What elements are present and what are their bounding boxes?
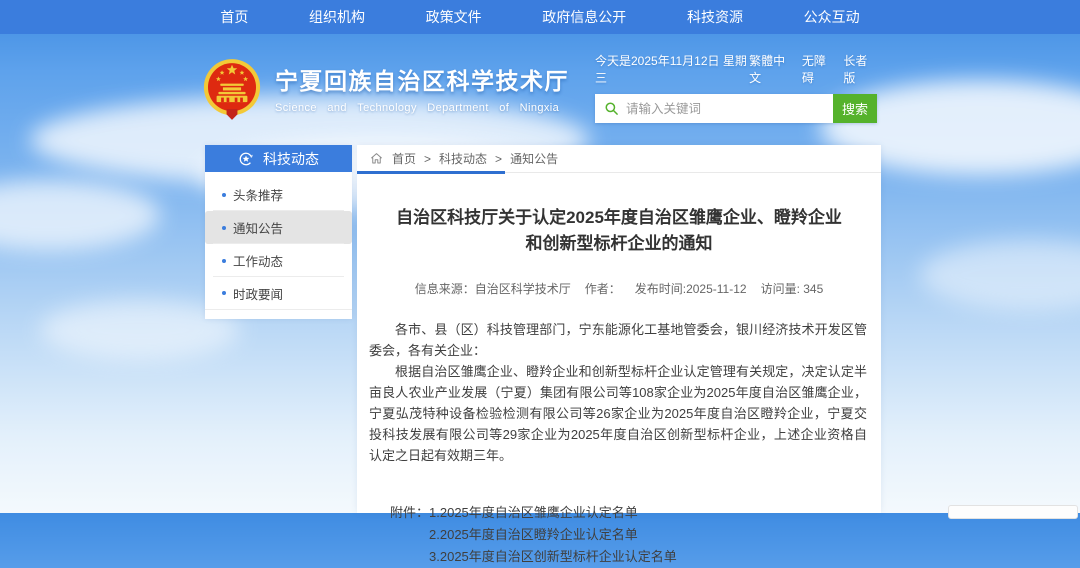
nav-item-organization[interactable]: 组织机构 (309, 7, 365, 27)
attachment-link-gazelle-list[interactable]: 2.2025年度自治区瞪羚企业认定名单 (429, 524, 677, 546)
article-meta: 信息来源：自治区科学技术厅作者： 发布时间:2025-11-12 访问量: 345 (357, 280, 881, 297)
sidebar-item-label: 时政要闻 (233, 284, 283, 303)
sidebar: 科技动态 头条推荐 通知公告 工作动态 时政要闻 (205, 145, 352, 319)
search-input[interactable] (626, 102, 833, 116)
top-navigation-bar: 首页 组织机构 政策文件 政府信息公开 科技资源 公众互动 (0, 0, 1080, 34)
article-body: 各市、县（区）科技管理部门，宁东能源化工基地管委会，银川经济技术开发区管委会，各… (369, 319, 867, 466)
site-title: 宁夏回族自治区科学技术厅 (275, 62, 569, 96)
meta-publish-time: 发布时间:2025-11-12 (635, 282, 747, 296)
nav-item-tech-resources[interactable]: 科技资源 (687, 7, 743, 27)
sidebar-item-label: 工作动态 (233, 251, 283, 270)
sidebar-item-work-dynamics[interactable]: 工作动态 (205, 244, 352, 277)
sidebar-item-current-politics[interactable]: 时政要闻 (205, 277, 352, 310)
sidebar-item-label: 通知公告 (233, 218, 283, 237)
nav-item-gov-info-disclosure[interactable]: 政府信息公开 (542, 7, 626, 27)
nav-item-home[interactable]: 首页 (220, 7, 248, 27)
site-subtitle: Science and Technology Department of Nin… (275, 102, 569, 114)
breadcrumb-separator: > (495, 152, 502, 166)
site-logo[interactable]: 宁夏回族自治区科学技术厅 Science and Technology Depa… (203, 58, 569, 120)
meta-visit-count: 访问量: 345 (761, 282, 824, 296)
breadcrumb-home[interactable]: 首页 (392, 150, 416, 167)
breadcrumb: 首页 > 科技动态 > 通知公告 (357, 145, 881, 173)
site-header: 宁夏回族自治区科学技术厅 Science and Technology Depa… (0, 45, 1080, 140)
back-to-top-widget[interactable] (948, 505, 1078, 519)
search-button[interactable]: 搜索 (833, 94, 877, 123)
breadcrumb-separator: > (424, 152, 431, 166)
breadcrumb-tech-news[interactable]: 科技动态 (439, 150, 487, 167)
bullet-dot-icon (222, 259, 226, 263)
meta-author: 作者： (585, 282, 621, 296)
article-title: 自治区科技厅关于认定2025年度自治区雏鹰企业、瞪羚企业 和创新型标杆企业的通知 (357, 205, 881, 257)
bullet-dot-icon (222, 226, 226, 230)
sidebar-item-label: 头条推荐 (233, 185, 283, 204)
link-traditional-chinese[interactable]: 繁體中文 (749, 52, 794, 86)
bullet-dot-icon (222, 291, 226, 295)
article-paragraph: 根据自治区雏鹰企业、瞪羚企业和创新型标杆企业认定管理有关规定，决定认定半亩良人农… (369, 361, 867, 466)
national-emblem-icon (203, 58, 261, 120)
attachment-link-eagle-list[interactable]: 1.2025年度自治区雏鹰企业认定名单 (429, 502, 677, 524)
link-elderly-version[interactable]: 长者版 (843, 52, 877, 86)
sidebar-title: 科技动态 (263, 149, 319, 169)
tech-news-star-icon (238, 151, 254, 167)
bullet-dot-icon (222, 193, 226, 197)
sidebar-header: 科技动态 (205, 145, 352, 172)
home-icon (370, 152, 383, 165)
breadcrumb-notices[interactable]: 通知公告 (510, 150, 558, 167)
main-content-panel: 首页 > 科技动态 > 通知公告 自治区科技厅关于认定2025年度自治区雏鹰企业… (357, 145, 881, 513)
search-icon (604, 101, 619, 116)
cloud-decoration (0, 180, 160, 250)
cloud-decoration (920, 240, 1080, 310)
nav-item-public-interaction[interactable]: 公众互动 (804, 7, 860, 27)
attachments-label: 附件： (390, 502, 429, 568)
meta-source: 信息来源：自治区科学技术厅 (415, 282, 571, 296)
nav-item-policy-documents[interactable]: 政策文件 (426, 7, 482, 27)
link-accessibility[interactable]: 无障碍 (802, 52, 836, 86)
sidebar-item-headline-recommend[interactable]: 头条推荐 (205, 178, 352, 211)
attachments-block: 附件： 1.2025年度自治区雏鹰企业认定名单 2.2025年度自治区瞪羚企业认… (390, 502, 881, 568)
attachment-link-benchmark-list[interactable]: 3.2025年度自治区创新型标杆企业认定名单 (429, 546, 677, 568)
sidebar-item-notices[interactable]: 通知公告 (205, 211, 352, 244)
article-paragraph: 各市、县（区）科技管理部门，宁东能源化工基地管委会，银川经济技术开发区管委会，各… (369, 319, 867, 361)
current-date-text: 今天是2025年11月12日 星期三 (595, 52, 749, 86)
